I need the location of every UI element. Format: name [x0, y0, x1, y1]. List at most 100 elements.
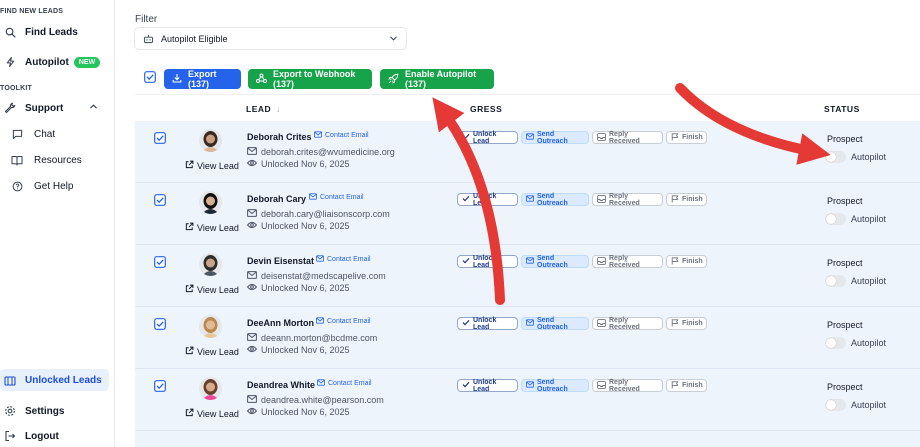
contact-email-link[interactable]: Contact Email: [316, 317, 371, 326]
autopilot-toggle-label: Autopilot: [851, 400, 887, 410]
step-unlock-lead[interactable]: Unlock Lead: [457, 193, 518, 207]
step-reply-received[interactable]: Reply Received: [592, 317, 663, 331]
row-checkbox[interactable]: [154, 255, 166, 273]
step-finish[interactable]: Finish: [666, 255, 707, 268]
step-unlock-lead[interactable]: Unlock Lead: [457, 317, 518, 331]
row-checkbox[interactable]: [154, 317, 166, 335]
sidebar-item-get-help[interactable]: Get Help: [0, 175, 112, 197]
sidebar-item-chat[interactable]: Chat: [0, 123, 112, 145]
select-all-checkbox[interactable]: [144, 70, 156, 88]
flag-icon: [671, 194, 679, 205]
step-finish-label: Finish: [682, 196, 703, 203]
step-send-outreach[interactable]: Send Outreach: [521, 378, 589, 393]
inbox-icon: [597, 256, 606, 267]
mail-icon: [317, 379, 325, 388]
autopilot-toggle[interactable]: [825, 275, 846, 287]
flag-icon: [671, 380, 679, 391]
chevron-up-icon[interactable]: [89, 102, 98, 114]
contact-email-link[interactable]: Contact Email: [316, 255, 371, 264]
lead-unlocked-date: Unlocked Nov 6, 2025: [246, 159, 350, 169]
autopilot-toggle[interactable]: [825, 213, 846, 225]
contact-email-label: Contact Email: [327, 318, 371, 325]
step-reply-received[interactable]: Reply Received: [592, 255, 663, 269]
sidebar-item-autopilot[interactable]: Autopilot NEW: [0, 51, 112, 73]
step-send-outreach[interactable]: Send Outreach: [521, 317, 589, 331]
step-send-outreach-label: Send Outreach: [537, 378, 568, 393]
autopilot-toggle-label: Autopilot: [851, 276, 887, 286]
view-lead-link[interactable]: View Lead: [185, 346, 239, 357]
mail-icon: [526, 195, 534, 204]
step-send-outreach[interactable]: Send Outreach: [521, 255, 589, 269]
sidebar-item-find-leads[interactable]: Find Leads: [0, 21, 112, 43]
autopilot-toggle-label: Autopilot: [851, 214, 887, 224]
step-reply-received[interactable]: Reply Received: [592, 379, 663, 393]
step-unlock-lead[interactable]: Unlock Lead: [457, 255, 518, 269]
step-unlock-lead[interactable]: Unlock Lead: [457, 131, 518, 145]
contact-email-link[interactable]: Contact Email: [317, 379, 372, 388]
building-icon: [3, 373, 17, 387]
step-finish[interactable]: Finish: [666, 131, 707, 144]
mail-icon: [309, 193, 317, 202]
contact-email-label: Contact Email: [328, 380, 372, 387]
lead-email-text: deandrea.white@pearson.com: [261, 395, 384, 405]
view-lead-link[interactable]: View Lead: [185, 160, 239, 171]
step-reply-received-label: Reply Received: [609, 130, 640, 145]
mail-icon: [247, 271, 257, 281]
sidebar-item-resources[interactable]: Resources: [0, 149, 112, 171]
table-row[interactable]: View Lead DeeAnn Morton Contact Email de…: [135, 307, 920, 369]
table-row[interactable]: View Lead Devin Eisenstat Contact Email …: [135, 245, 920, 307]
table-row[interactable]: View Lead Deborah Crites Contact Email d…: [135, 121, 920, 183]
sidebar-item-label: Find Leads: [25, 26, 78, 38]
sidebar-item-support[interactable]: Support: [0, 97, 112, 119]
table-row[interactable]: View Lead Deandrea White Contact Email d…: [135, 369, 920, 431]
row-checkbox[interactable]: [154, 379, 166, 397]
sidebar-item-settings[interactable]: Settings: [0, 400, 112, 422]
mail-icon: [314, 131, 322, 140]
export-button[interactable]: Export (137): [164, 69, 241, 89]
sidebar-item-logout[interactable]: Logout: [0, 425, 112, 447]
view-lead-link[interactable]: View Lead: [185, 408, 239, 419]
sidebar-item-label: Unlocked Leads: [25, 374, 102, 386]
autopilot-toggle[interactable]: [825, 337, 846, 349]
step-unlock-lead[interactable]: Unlock Lead: [457, 379, 518, 393]
export-webhook-button[interactable]: Export to Webhook (137): [248, 69, 372, 89]
step-finish-label: Finish: [682, 134, 703, 141]
logout-icon: [3, 429, 17, 443]
view-lead-label: View Lead: [197, 346, 239, 357]
autopilot-toggle[interactable]: [825, 399, 846, 411]
contact-email-link[interactable]: Contact Email: [309, 193, 364, 202]
enable-autopilot-button[interactable]: Enable Autopilot (137): [380, 69, 494, 89]
inbox-icon: [597, 132, 606, 143]
chat-icon: [10, 127, 24, 141]
row-checkbox[interactable]: [154, 193, 166, 211]
column-header-lead[interactable]: LEAD ↓: [246, 104, 281, 114]
step-reply-received-label: Reply Received: [609, 192, 640, 207]
lightning-icon: [3, 55, 17, 69]
step-send-outreach[interactable]: Send Outreach: [521, 193, 589, 207]
table-row[interactable]: View Lead Deborah Cary Contact Email deb…: [135, 183, 920, 245]
step-send-outreach[interactable]: Send Outreach: [521, 131, 589, 145]
view-lead-link[interactable]: View Lead: [185, 222, 239, 233]
inbox-icon: [597, 194, 606, 205]
webhook-icon: [256, 73, 267, 85]
lead-unlocked-date: Unlocked Nov 6, 2025: [246, 345, 350, 355]
table-header: LEAD ↓ GRESS STATUS: [135, 94, 920, 120]
step-reply-received[interactable]: Reply Received: [592, 192, 663, 207]
autopilot-toggle[interactable]: [825, 151, 846, 163]
mail-icon: [247, 209, 257, 219]
status-value: Prospect: [827, 134, 863, 144]
flag-icon: [671, 256, 679, 267]
view-lead-link[interactable]: View Lead: [185, 284, 239, 295]
download-icon: [172, 73, 182, 85]
contact-email-link[interactable]: Contact Email: [314, 131, 369, 140]
sidebar-item-unlocked-leads[interactable]: Unlocked Leads: [0, 369, 109, 391]
step-finish[interactable]: Finish: [666, 193, 707, 206]
step-finish[interactable]: Finish: [666, 379, 707, 392]
lead-unlocked-text: Unlocked Nov 6, 2025: [261, 283, 350, 293]
step-reply-received[interactable]: Reply Received: [592, 130, 663, 145]
filter-select[interactable]: Autopilot Eligible: [134, 27, 407, 50]
check-icon: [462, 381, 470, 390]
step-finish[interactable]: Finish: [666, 317, 707, 330]
table-row-partial[interactable]: [135, 431, 920, 447]
row-checkbox[interactable]: [154, 131, 166, 149]
